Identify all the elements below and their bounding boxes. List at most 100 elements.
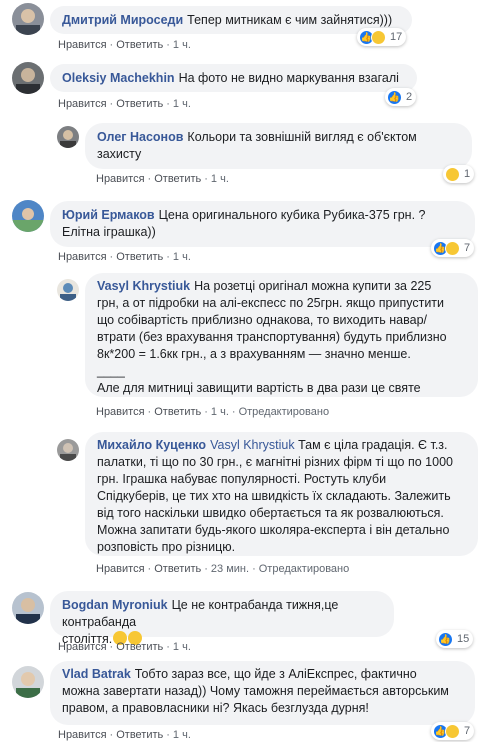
comment-author[interactable]: Bogdan Myroniuk bbox=[62, 598, 168, 612]
like-link[interactable]: Нравится bbox=[96, 173, 145, 185]
comment-text: На фото не видно маркування взагалі bbox=[178, 71, 399, 85]
comment-time[interactable]: 1 ч. bbox=[173, 729, 191, 741]
separator: · bbox=[109, 39, 114, 51]
separator: · bbox=[109, 98, 114, 110]
comment-text: палатки, ті що по 30 грн., є магнітні рі… bbox=[97, 455, 453, 469]
separator: · bbox=[166, 729, 170, 741]
edited-label[interactable]: Отредактировано bbox=[259, 563, 350, 575]
comment-text: Можна запитати будь-якого школяра-експер… bbox=[97, 523, 450, 537]
comment-time[interactable]: 1 ч. bbox=[211, 173, 229, 185]
comment-time[interactable]: 1 ч. bbox=[173, 98, 191, 110]
reaction-count: 15 bbox=[457, 633, 470, 645]
haha-reaction-icon bbox=[445, 240, 460, 256]
comment-time[interactable]: 1 ч. bbox=[173, 251, 191, 263]
reply-link[interactable]: Ответить bbox=[154, 173, 201, 185]
reaction-summary[interactable]: 👍 15 bbox=[436, 630, 474, 648]
reaction-count: 1 bbox=[464, 168, 471, 180]
avatar[interactable] bbox=[12, 3, 44, 35]
comment-author[interactable]: Юрий Ермаков bbox=[62, 208, 155, 222]
comment-time[interactable]: 1 ч. bbox=[173, 39, 191, 51]
comment-bubble: Михайло Куценко Vasyl Khrystiuk Там є ціл… bbox=[85, 432, 478, 556]
reaction-count: 2 bbox=[406, 91, 413, 103]
avatar[interactable] bbox=[12, 666, 44, 698]
comment-time[interactable]: 23 мин. bbox=[211, 563, 249, 575]
like-link[interactable]: Нравится bbox=[58, 39, 107, 51]
reply-link[interactable]: Ответить bbox=[116, 39, 163, 51]
comment-bubble: Oleksiy Machekhin На фото не видно маркув… bbox=[50, 64, 417, 92]
reply-link[interactable]: Ответить bbox=[154, 563, 201, 575]
like-reaction-icon: 👍 bbox=[438, 631, 453, 647]
comment-actions: Нравится · Ответить · 1 ч. bbox=[96, 173, 229, 185]
comment-text: 8к*200 = 1.6кк грн., а з врахуванням — з… bbox=[97, 347, 411, 361]
comment-text: Тепер митникам є чим зайнятися))) bbox=[187, 13, 393, 27]
reaction-summary[interactable]: 👍 7 bbox=[431, 239, 475, 257]
avatar[interactable] bbox=[12, 62, 44, 94]
comment-text: Але для митниці завищити вартість в два … bbox=[97, 381, 421, 395]
comment-text: Тобто зараз все, що йде з АліЕкспрес, фа… bbox=[134, 667, 417, 681]
reaction-summary[interactable]: 👍 7 bbox=[431, 722, 475, 740]
separator: · bbox=[147, 406, 152, 418]
comment-text: правом, а правовласники ні? Якась безглу… bbox=[62, 701, 369, 715]
like-link[interactable]: Нравится bbox=[58, 729, 107, 741]
like-link[interactable]: Нравится bbox=[58, 251, 107, 263]
avatar[interactable] bbox=[57, 439, 79, 461]
comment-actions: Нравится · Ответить · 1 ч. · Отредактировано bbox=[96, 406, 329, 418]
comment-time[interactable]: 1 ч. bbox=[173, 641, 191, 653]
reaction-summary[interactable]: 1 bbox=[443, 165, 475, 183]
separator: · bbox=[166, 641, 170, 653]
comment-author[interactable]: Дмитрий Мироседи bbox=[62, 13, 183, 27]
reply-link[interactable]: Ответить bbox=[154, 406, 201, 418]
comment-actions: Нравится · Ответить · 1 ч. bbox=[58, 729, 191, 741]
comment-text: можна завертати назад)) Чому таможня пер… bbox=[62, 684, 449, 698]
like-reaction-icon: 👍 bbox=[387, 89, 402, 105]
reaction-count: 7 bbox=[464, 725, 471, 737]
comment-author[interactable]: Олег Насонов bbox=[97, 130, 183, 144]
like-link[interactable]: Нравится bbox=[96, 563, 145, 575]
avatar[interactable] bbox=[12, 592, 44, 624]
comment-bubble: Bogdan Myroniuk Це не контрабанда тижня,ц… bbox=[50, 591, 394, 646]
comment-actions: Нравится · Ответить · 1 ч. bbox=[58, 98, 191, 110]
comment-text: ____ bbox=[97, 364, 125, 378]
comment-time[interactable]: 1 ч. bbox=[211, 406, 229, 418]
like-link[interactable]: Нравится bbox=[58, 641, 107, 653]
avatar[interactable] bbox=[57, 279, 79, 301]
comment-text: На розетці оригінал можна купити за 225 bbox=[194, 279, 432, 293]
separator: · bbox=[147, 173, 152, 185]
separator: · bbox=[252, 563, 256, 575]
like-link[interactable]: Нравится bbox=[58, 98, 107, 110]
comment-author[interactable]: Михайло Куценко bbox=[97, 438, 206, 452]
comment-text: грн. Іграшка набуває популярності. Росту… bbox=[97, 472, 387, 486]
comment-text: Елітна іграшка)) bbox=[62, 225, 156, 239]
comment-author[interactable]: Vasyl Khrystiuk bbox=[97, 279, 190, 293]
reaction-summary[interactable]: 👍 17 bbox=[357, 28, 407, 46]
comment-bubble: Vasyl Khrystiuk На розетці оригінал можна… bbox=[85, 273, 478, 397]
avatar[interactable] bbox=[12, 200, 44, 232]
separator: · bbox=[109, 729, 114, 741]
separator: · bbox=[166, 251, 170, 263]
comment-bubble: Юрий Ермаков Цена оригинального кубика Ру… bbox=[50, 201, 475, 247]
reaction-count: 7 bbox=[464, 242, 471, 254]
haha-reaction-icon bbox=[371, 29, 386, 45]
avatar[interactable] bbox=[57, 126, 79, 148]
comment-text: Там є ціла градація. Є т.з. bbox=[298, 438, 448, 452]
mention-link[interactable]: Vasyl Khrystiuk bbox=[210, 438, 295, 452]
haha-reaction-icon bbox=[445, 723, 460, 739]
separator: · bbox=[166, 39, 170, 51]
comment-text: розповість про різницю. bbox=[97, 540, 236, 554]
separator: · bbox=[166, 98, 170, 110]
reaction-summary[interactable]: 👍 2 bbox=[385, 88, 417, 106]
reply-link[interactable]: Ответить bbox=[116, 251, 163, 263]
reaction-count: 17 bbox=[390, 31, 403, 43]
reply-link[interactable]: Ответить bbox=[116, 98, 163, 110]
edited-label[interactable]: Отредактировано bbox=[239, 406, 330, 418]
comment-actions: Нравится · Ответить · 1 ч. bbox=[58, 251, 191, 263]
comment-author[interactable]: Oleksiy Machekhin bbox=[62, 71, 175, 85]
reply-link[interactable]: Ответить bbox=[116, 641, 163, 653]
comment-author[interactable]: Vlad Batrak bbox=[62, 667, 131, 681]
like-link[interactable]: Нравится bbox=[96, 406, 145, 418]
comment-bubble: Дмитрий Мироседи Тепер митникам є чим зай… bbox=[50, 6, 412, 34]
comment-text: Цена оригинального кубика Рубика-375 грн… bbox=[158, 208, 426, 222]
reply-link[interactable]: Ответить bbox=[116, 729, 163, 741]
separator: · bbox=[204, 563, 208, 575]
comment-text: що собівартість приблизно однакова, то в… bbox=[97, 313, 427, 327]
